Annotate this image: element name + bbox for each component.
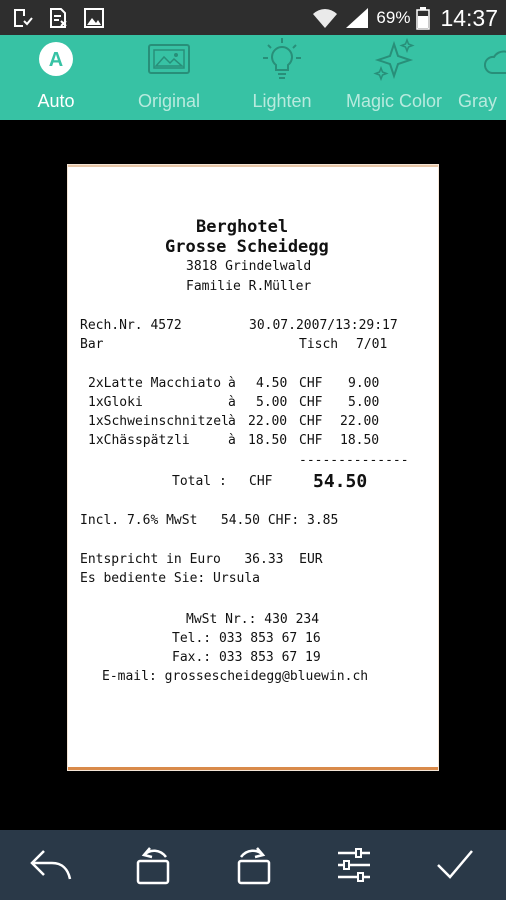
wifi-icon [313, 9, 338, 28]
receipt-item-cur: CHF [299, 433, 323, 448]
receipt-item-total: 9.00 [348, 376, 380, 391]
receipt-header-3: 3818 Grindelwald [186, 259, 312, 274]
receipt-total-label: Total : [172, 474, 227, 489]
receipt-rech-nr: Rech.Nr. 4572 [80, 318, 182, 333]
receipt-footer-4: E-mail: grossescheidegg@bluewin.ch [102, 669, 369, 684]
tab-gray-label: Gray [458, 91, 498, 111]
receipt-item-price: 22.00 [248, 414, 288, 429]
image-icon [148, 44, 190, 74]
receipt-item-total: 18.50 [340, 433, 380, 448]
receipt-item-price: 18.50 [248, 433, 288, 448]
tab-auto-label: Auto [37, 91, 75, 111]
receipt-item-cur: CHF [299, 376, 323, 391]
back-arrow-icon [30, 850, 72, 880]
receipt-item-name: 1xGloki [88, 395, 143, 410]
tab-original-label: Original [137, 91, 201, 111]
cloud-icon [484, 50, 506, 74]
bottom-action-bar [0, 830, 506, 900]
download-done-icon [14, 9, 33, 27]
battery-percent: 69% [376, 8, 411, 27]
rotate-right-button[interactable] [228, 842, 278, 888]
back-button[interactable] [26, 842, 76, 888]
receipt-item-name: 2xLatte Macchiato [88, 376, 222, 391]
receipt-tisch-no: 7/01 [356, 337, 388, 352]
adjust-button[interactable] [329, 842, 379, 888]
image-icon [84, 8, 104, 28]
receipt-footer-1: MwSt Nr.: 430 234 [186, 612, 320, 627]
sparkles-icon [373, 38, 415, 82]
tab-lighten[interactable]: Lighten [240, 35, 324, 120]
receipt-item-cur: CHF [299, 414, 323, 429]
receipt-separator: -------------- [299, 453, 409, 468]
receipt-header-1: Berghotel [196, 217, 289, 237]
svg-text:A: A [49, 49, 63, 71]
receipt-item-cur: CHF [299, 395, 323, 410]
adjust-sliders-icon [338, 848, 370, 882]
receipt-item-price: 4.50 [256, 376, 288, 391]
receipt-item-at: à [228, 414, 236, 429]
tab-auto[interactable]: A Auto [18, 35, 94, 120]
confirm-button[interactable] [430, 842, 480, 888]
rotate-left-icon [136, 847, 170, 885]
receipt-euro-line: Entspricht in Euro 36.33 EUR [80, 552, 323, 567]
receipt-mwst-value: 3.85 [307, 513, 339, 528]
tab-magic-color[interactable]: Magic Color [340, 35, 448, 120]
receipt-item-name: 1xChässpätzli [88, 433, 190, 448]
rotate-left-button[interactable] [127, 842, 177, 888]
tab-gray[interactable]: Gray [458, 35, 506, 120]
receipt-total-currency: CHF [249, 474, 273, 489]
status-bar: 69% 14:37 [0, 0, 506, 35]
scanned-receipt[interactable]: Berghotel Grosse Scheidegg 3818 Grindelw… [68, 165, 438, 770]
receipt-tisch: Tisch [299, 337, 339, 352]
receipt-footer-3: Fax.: 033 853 67 19 [172, 650, 321, 665]
receipt-item-total: 22.00 [340, 414, 380, 429]
receipt-footer-2: Tel.: 033 853 67 16 [172, 631, 321, 646]
rotate-right-icon [237, 847, 271, 885]
receipt-item-price: 5.00 [256, 395, 288, 410]
receipt-bar: Bar [80, 337, 104, 352]
receipt-header-4: Familie R.Müller [186, 279, 312, 294]
receipt-mwst-line: Incl. 7.6% MwSt 54.50 CHF: [80, 513, 300, 528]
receipt-item-at: à [228, 433, 236, 448]
receipt-item-total: 5.00 [348, 395, 380, 410]
clock: 14:37 [440, 4, 498, 31]
confirm-check-icon [437, 850, 473, 879]
lightbulb-icon [263, 38, 301, 79]
receipt-datetime: 30.07.2007/13:29:17 [249, 318, 398, 333]
filter-toolbar: A Auto Original Lighten Magic Color Gray [0, 35, 506, 120]
receipt-header-2: Grosse Scheidegg [165, 237, 329, 257]
tab-lighten-label: Lighten [252, 91, 312, 111]
sim-card-icon [50, 8, 67, 28]
receipt-item-at: à [228, 395, 236, 410]
signal-icon [346, 8, 369, 28]
receipt-item-at: à [228, 376, 236, 391]
receipt-total-value: 54.50 [313, 471, 368, 492]
auto-a-icon: A [39, 42, 73, 76]
receipt-item-name: 1xSchweinschnitzel [88, 414, 229, 429]
tab-magic-color-label: Magic Color [345, 91, 443, 111]
tab-original[interactable]: Original [124, 35, 214, 120]
battery-icon [416, 7, 431, 30]
receipt-server-line: Es bediente Sie: Ursula [80, 571, 261, 586]
